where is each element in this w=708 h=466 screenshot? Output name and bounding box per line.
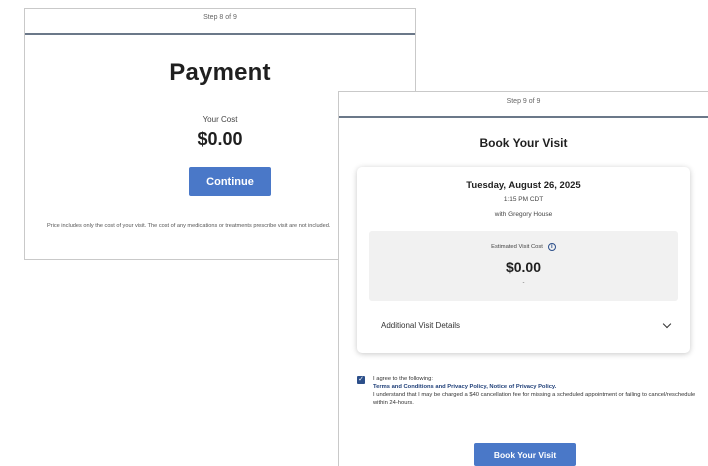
page-title: Book Your Visit — [479, 136, 568, 150]
agreement-text: I agree to the following: Terms and Cond… — [373, 375, 702, 407]
agreement-intro: I agree to the following: — [373, 376, 433, 382]
appointment-card: Tuesday, August 26, 2025 1:15 PM CDT wit… — [357, 167, 690, 353]
appointment-time: 1:15 PM CDT — [503, 196, 544, 203]
estimated-cost-header: Estimated Visit Cost i — [369, 243, 678, 251]
estimated-cost-value: $0.00 — [505, 259, 542, 275]
page-title: Payment — [169, 59, 271, 86]
estimated-cost-note: - — [522, 280, 525, 286]
privacy-notice-link[interactable]: Notice of Privacy Policy — [489, 384, 554, 390]
estimated-cost-box: Estimated Visit Cost i $0.00 - — [369, 231, 678, 301]
terms-link[interactable]: Terms and Conditions and Privacy Policy — [373, 384, 486, 390]
step-indicator: Step 9 of 9 — [506, 98, 541, 105]
additional-details-toggle[interactable]: Additional Visit Details — [381, 319, 672, 330]
additional-details-label: Additional Visit Details — [381, 321, 461, 330]
agreement-links: Terms and Conditions and Privacy Policy,… — [373, 383, 702, 391]
book-visit-button[interactable]: Book Your Visit — [474, 443, 576, 466]
provider-name: with Gregory House — [494, 211, 553, 218]
screen: Step 8 of 9 Payment Your Cost $0.00 Cont… — [0, 0, 708, 466]
agree-checkbox[interactable]: ✓ — [357, 376, 365, 384]
link-end: . — [554, 384, 557, 390]
step-indicator: Step 8 of 9 — [203, 14, 237, 21]
book-visit-panel: Step 9 of 9 Book Your Visit Tuesday, Aug… — [338, 91, 708, 466]
info-icon[interactable]: i — [547, 243, 556, 251]
continue-button[interactable]: Continue — [189, 167, 271, 196]
progress-divider — [339, 116, 708, 118]
price-disclaimer: Price includes only the cost of your vis… — [47, 223, 331, 229]
cancellation-policy: I understand that I may be charged a $40… — [373, 392, 696, 406]
estimated-cost-label: Estimated Visit Cost — [491, 244, 543, 250]
chevron-down-icon — [662, 319, 672, 329]
progress-divider — [25, 33, 415, 35]
appointment-date: Tuesday, August 26, 2025 — [466, 180, 581, 191]
agreement-section: ✓ I agree to the following: Terms and Co… — [357, 375, 702, 407]
